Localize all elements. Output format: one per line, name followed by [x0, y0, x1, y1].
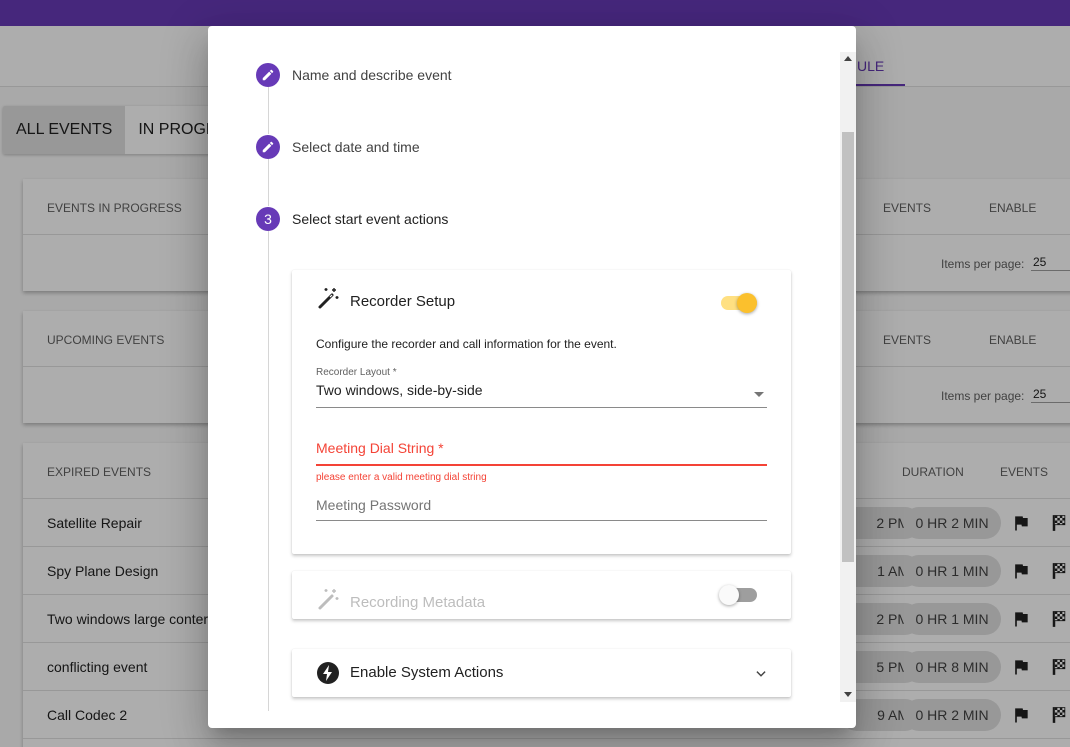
create-event-dialog: Name and describe event Select date and …	[208, 26, 856, 728]
step-date-time[interactable]: Select date and time	[256, 135, 420, 159]
dialog-content: Name and describe event Select date and …	[208, 26, 840, 728]
system-actions-panel[interactable]: Enable System Actions	[292, 649, 791, 697]
panel-header: Recorder Setup	[292, 270, 791, 318]
panel-title: Enable System Actions	[350, 664, 504, 681]
toggle-thumb	[719, 585, 739, 605]
lightning-bolt-icon	[317, 662, 339, 684]
field-underline	[316, 464, 767, 466]
pencil-icon	[256, 63, 280, 87]
panel-title: Recording Metadata	[350, 594, 486, 611]
meeting-dial-string-input[interactable]: Meeting Dial String * please enter a val…	[316, 440, 767, 492]
toggle-thumb	[737, 293, 757, 313]
step-number-badge: 3	[256, 207, 280, 231]
field-underline	[316, 407, 767, 408]
pencil-icon	[256, 135, 280, 159]
panel-title: Recorder Setup	[350, 293, 456, 310]
scrollbar-thumb[interactable]	[842, 132, 854, 562]
selected-value: Two windows, side-by-side	[316, 382, 483, 398]
step-label: Select date and time	[292, 139, 420, 155]
magic-wand-icon	[318, 288, 339, 309]
step-connector	[268, 159, 269, 206]
step-name-describe[interactable]: Name and describe event	[256, 63, 452, 87]
chevron-down-icon[interactable]	[754, 667, 768, 681]
dialog-scrollbar[interactable]	[840, 52, 856, 702]
magic-wand-icon	[318, 589, 339, 610]
recording-metadata-toggle[interactable]	[719, 585, 757, 605]
step-connector	[268, 231, 269, 711]
field-label: Recorder Layout *	[316, 367, 397, 378]
panel-header: Enable System Actions	[292, 649, 791, 697]
recorder-layout-select[interactable]: Recorder Layout * Two windows, side-by-s…	[316, 367, 767, 409]
scroll-down-arrow-icon[interactable]	[844, 692, 852, 697]
meeting-password-input[interactable]: Meeting Password	[316, 497, 767, 527]
recording-metadata-panel: Recording Metadata	[292, 571, 791, 619]
step-connector	[268, 87, 269, 134]
scroll-up-arrow-icon[interactable]	[844, 56, 852, 61]
field-error: please enter a valid meeting dial string	[316, 472, 487, 483]
step-start-actions[interactable]: 3 Select start event actions	[256, 207, 448, 231]
field-placeholder: Meeting Password	[316, 497, 432, 513]
step-label: Name and describe event	[292, 67, 452, 83]
panel-header: Recording Metadata	[292, 571, 791, 619]
field-placeholder: Meeting Dial String *	[316, 440, 444, 456]
dropdown-arrow-icon	[754, 392, 764, 397]
recorder-setup-toggle[interactable]	[721, 293, 757, 313]
field-underline	[316, 520, 767, 521]
recorder-setup-panel: Recorder Setup Configure the recorder an…	[292, 270, 791, 554]
panel-description: Configure the recorder and call informat…	[316, 337, 617, 351]
step-label: Select start event actions	[292, 211, 449, 227]
